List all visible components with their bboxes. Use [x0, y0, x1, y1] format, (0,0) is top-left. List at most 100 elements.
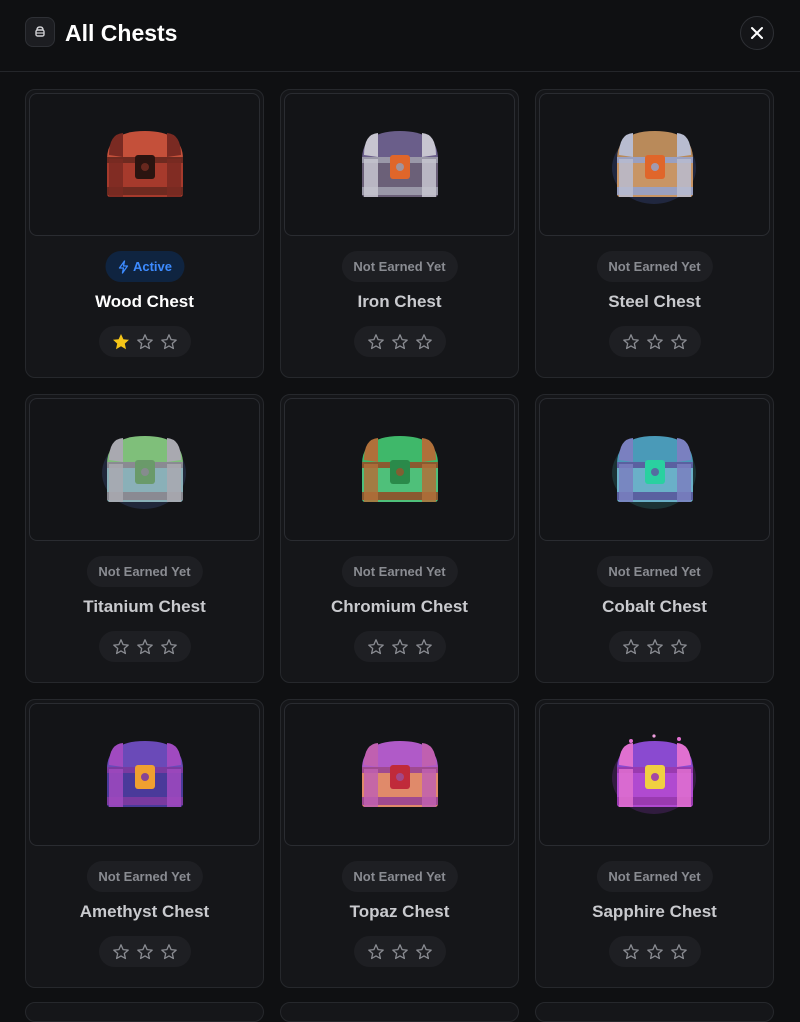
star-empty-icon [415, 333, 432, 349]
chest-image [284, 398, 515, 541]
chest-card-partial [535, 1002, 774, 1022]
star-rating [98, 936, 191, 967]
status-badge: Not Earned Yet [86, 556, 203, 587]
chest-name: Sapphire Chest [592, 902, 717, 921]
chest-illustration [106, 130, 183, 197]
star-empty-icon [160, 943, 177, 959]
chest-card-partial [25, 1002, 264, 1022]
chest-grid: Active Wood Chest Not Earned Yet Iron Ches… [25, 89, 775, 988]
status-badge: Not Earned Yet [341, 251, 458, 282]
chest-card[interactable]: Not Earned Yet Titanium Chest [25, 394, 264, 683]
modal-header: All Chests [0, 0, 800, 72]
chest-illustration [101, 435, 186, 509]
status-label: Not Earned Yet [98, 869, 191, 884]
status-badge: Not Earned Yet [341, 556, 458, 587]
star-empty-icon [646, 943, 663, 959]
chest-illustration [106, 740, 183, 807]
chest-image [539, 703, 770, 846]
status-label: Not Earned Yet [608, 869, 701, 884]
star-empty-icon [112, 638, 129, 654]
star-empty-icon [670, 333, 687, 349]
status-badge: Not Earned Yet [596, 556, 713, 587]
chest-illustration [611, 130, 696, 204]
star-empty-icon [367, 943, 384, 959]
star-rating [98, 631, 191, 662]
status-label: Not Earned Yet [608, 564, 701, 579]
star-rating [353, 936, 446, 967]
star-empty-icon [136, 333, 153, 349]
chest-illustration [361, 435, 438, 502]
chest-card[interactable]: Not Earned Yet Iron Chest [280, 89, 519, 378]
page-title: All Chests [65, 20, 178, 46]
chest-name: Wood Chest [95, 292, 194, 311]
star-empty-icon [136, 943, 153, 959]
star-rating [98, 326, 191, 357]
lightning-icon [118, 259, 128, 274]
star-empty-icon [391, 943, 408, 959]
chest-image [539, 93, 770, 236]
close-icon [751, 27, 763, 39]
status-label: Not Earned Yet [353, 869, 446, 884]
chest-illustration [611, 733, 696, 814]
chest-name: Topaz Chest [349, 902, 450, 921]
chest-badge-icon [25, 17, 55, 47]
chest-card[interactable]: Not Earned Yet Steel Chest [535, 89, 774, 378]
star-empty-icon [622, 333, 639, 349]
star-empty-icon [160, 638, 177, 654]
chest-image [29, 398, 260, 541]
star-rating [608, 326, 701, 357]
chest-name: Amethyst Chest [79, 902, 210, 921]
status-badge: Not Earned Yet [86, 861, 203, 892]
star-empty-icon [646, 333, 663, 349]
star-empty-icon [160, 333, 177, 349]
star-empty-icon [136, 638, 153, 654]
chest-illustration [611, 435, 696, 509]
status-badge: Active [104, 251, 185, 282]
chest-card[interactable]: Not Earned Yet Cobalt Chest [535, 394, 774, 683]
chest-image [539, 398, 770, 541]
star-empty-icon [670, 943, 687, 959]
star-rating [353, 631, 446, 662]
chest-image [29, 93, 260, 236]
star-empty-icon [415, 943, 432, 959]
chest-name: Titanium Chest [83, 597, 206, 616]
star-empty-icon [670, 638, 687, 654]
star-empty-icon [646, 638, 663, 654]
chest-illustration [361, 130, 438, 197]
chest-image [284, 93, 515, 236]
star-filled-icon [112, 333, 129, 349]
star-empty-icon [622, 943, 639, 959]
status-label: Not Earned Yet [353, 564, 446, 579]
chest-card-partial [280, 1002, 519, 1022]
chest-card[interactable]: Not Earned Yet Sapphire Chest [535, 699, 774, 988]
star-empty-icon [391, 638, 408, 654]
star-rating [608, 631, 701, 662]
chest-image [284, 703, 515, 846]
chest-illustration [361, 740, 438, 807]
star-empty-icon [367, 638, 384, 654]
chest-card[interactable]: Not Earned Yet Chromium Chest [280, 394, 519, 683]
status-label: Not Earned Yet [98, 564, 191, 579]
chest-name: Cobalt Chest [602, 597, 707, 616]
star-rating [353, 326, 446, 357]
status-badge: Not Earned Yet [596, 251, 713, 282]
chest-card[interactable]: Not Earned Yet Topaz Chest [280, 699, 519, 988]
star-rating [608, 936, 701, 967]
star-empty-icon [622, 638, 639, 654]
star-empty-icon [391, 333, 408, 349]
close-button[interactable] [740, 16, 774, 50]
status-label: Not Earned Yet [353, 259, 446, 274]
star-empty-icon [112, 943, 129, 959]
star-empty-icon [415, 638, 432, 654]
chest-name: Steel Chest [608, 292, 701, 311]
chest-name: Chromium Chest [331, 597, 468, 616]
status-label: Active [132, 259, 173, 274]
chest-card[interactable]: Not Earned Yet Amethyst Chest [25, 699, 264, 988]
star-empty-icon [367, 333, 384, 349]
chest-card[interactable]: Active Wood Chest [25, 89, 264, 378]
chest-image [29, 703, 260, 846]
status-badge: Not Earned Yet [596, 861, 713, 892]
status-label: Not Earned Yet [608, 259, 701, 274]
chest-name: Iron Chest [357, 292, 442, 311]
status-badge: Not Earned Yet [341, 861, 458, 892]
